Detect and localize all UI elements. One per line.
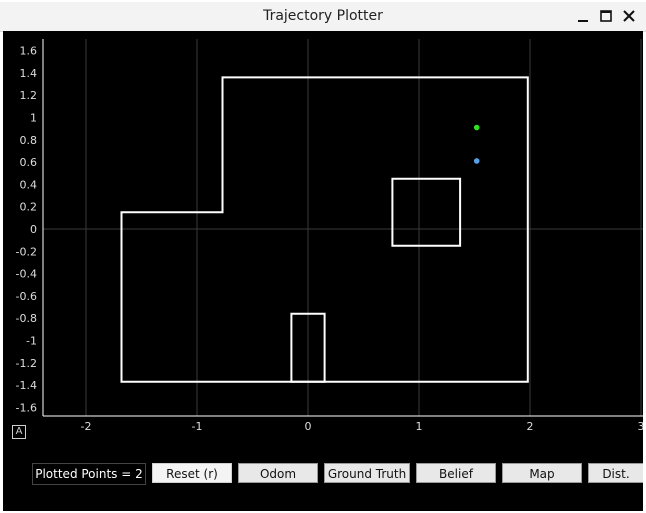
y-tick-label: 0.6 [20,156,38,169]
blue-point [473,158,480,164]
y-tick-label: 0.8 [20,134,38,147]
title-bar: Trajectory Plotter [0,2,646,32]
autoscale-button[interactable]: A [12,425,26,439]
green-point [473,124,480,131]
y-tick-label: 0 [30,223,37,236]
x-tick-label: 1 [416,420,423,433]
y-tick-label: -1.6 [16,401,37,414]
y-tick-label: 1 [30,112,37,125]
map-button[interactable]: Map [502,463,582,483]
y-tick-label: -0.6 [16,290,37,303]
trajectory-plot[interactable]: -2 -1 0 1 2 3 1.6 1.4 1.2 1 0.8 0.6 0.4 0.2 0 -0.2 -0.4 -… [3,31,643,451]
map-obstacle-box [391,177,462,247]
plot-window: -2 -1 0 1 2 3 1.6 1.4 1.2 1 0.8 0.6 0.4 0.2 0 -0.2 -0.4 -… [3,31,643,511]
y-tick-label: 1.2 [20,89,38,102]
y-tick-label: 0.4 [20,178,38,191]
plotted-points-counter: Plotted Points = 2 [32,463,146,485]
y-tick-label: -0.2 [16,245,37,258]
ground-truth-button[interactable]: Ground Truth [324,463,410,483]
close-icon[interactable] [619,6,639,26]
odom-button[interactable]: Odom [238,463,318,483]
x-tick-label: 2 [527,420,534,433]
y-tick-label: -1.2 [16,357,37,370]
window-title: Trajectory Plotter [263,8,383,24]
reset-button[interactable]: Reset (r) [152,463,232,483]
belief-button[interactable]: Belief [416,463,496,483]
y-tick-label: -1 [26,335,37,348]
x-tick-label: -1 [192,420,203,433]
x-tick-label: 0 [305,420,312,433]
x-tick-label: 3 [638,420,644,433]
y-tick-label: 1.4 [20,67,38,80]
maximize-icon[interactable] [596,6,616,26]
dist-button[interactable]: Dist. [588,463,643,483]
y-tick-label: -0.8 [16,312,37,325]
y-tick-label: 1.6 [20,45,38,58]
y-tick-label: -0.4 [16,268,37,281]
x-tick-label: -2 [81,420,92,433]
minimize-icon[interactable] [573,6,593,26]
y-tick-label: -1.4 [16,379,37,392]
y-tick-label: 0.2 [20,201,38,214]
